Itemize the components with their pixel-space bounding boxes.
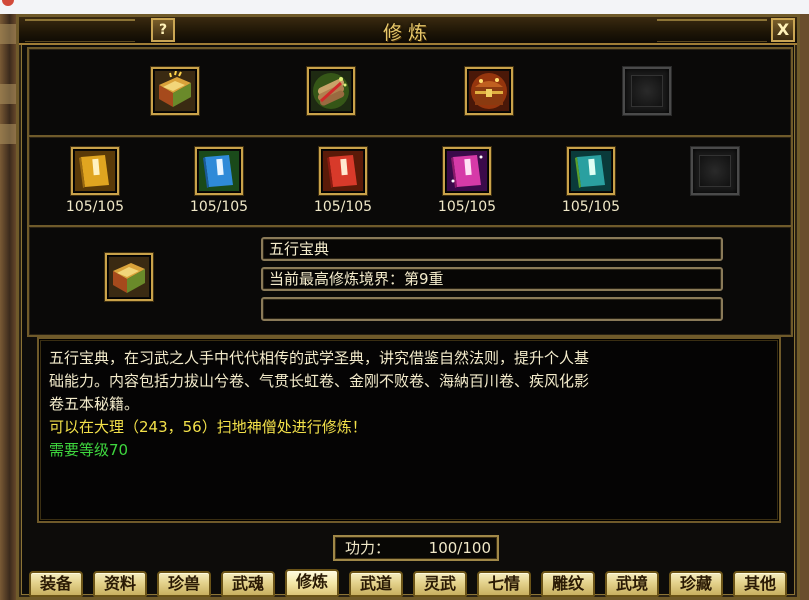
browser-top-strip [0, 0, 809, 15]
five-elements-book-slot[interactable] [151, 67, 199, 115]
manual-slot-purple[interactable] [443, 147, 491, 195]
tab-cultivation[interactable]: 修炼 [285, 569, 339, 597]
manual-slot-blue[interactable] [195, 147, 243, 195]
tab-martial-soul[interactable]: 武魂 [221, 571, 275, 597]
tab-pets[interactable]: 珍兽 [157, 571, 211, 597]
close-button[interactable]: X [771, 18, 795, 42]
manual-panel: 105/105 105/105 105/105 105/105 105/105 [27, 135, 793, 229]
detail-panel: 五行宝典 当前最高修炼境界：第9重 [27, 225, 793, 337]
manual-slot-yellow[interactable] [71, 147, 119, 195]
window-title: 修炼 [382, 22, 433, 44]
category-panel [27, 47, 793, 139]
yellow-manual-icon [75, 151, 115, 191]
five-elements-book-icon [155, 71, 195, 111]
description-line: 五行宝典，在习武之人手中代代相传的武学圣典，讲究借鉴自然法则，提升个人基 [49, 349, 590, 367]
tab-seven-emotions[interactable]: 七情 [477, 571, 531, 597]
tab-collection[interactable]: 珍藏 [669, 571, 723, 597]
treasure-chest-icon [469, 71, 509, 111]
description-line: 卷五本秘籍。 [49, 395, 140, 413]
game-scene-right [799, 14, 809, 600]
manual-count: 105/105 [189, 199, 249, 215]
tab-other[interactable]: 其他 [733, 571, 787, 597]
level-requirement: 需要等级70 [49, 441, 129, 459]
manual-slot-red[interactable] [319, 147, 367, 195]
five-elements-book-icon [109, 257, 149, 297]
title-bar[interactable]: ? 修炼 X [19, 17, 797, 45]
manual-count: 105/105 [561, 199, 621, 215]
treasure-chest-slot[interactable] [465, 67, 513, 115]
tab-spirit-weapon[interactable]: 灵武 [413, 571, 467, 597]
selected-item-slot[interactable] [105, 253, 153, 301]
app-indicator-icon [2, 0, 14, 6]
description-line: 础能力。内容包括力拔山兮卷、气贯长虹卷、金刚不败卷、海納百川卷、疾风化影 [49, 372, 590, 390]
manual-count: 105/105 [437, 199, 497, 215]
power-label: 功力： [345, 539, 391, 557]
power-value: 100/100 [428, 539, 491, 557]
empty-manual-slot[interactable] [691, 147, 739, 195]
manual-slot-cyan[interactable] [567, 147, 615, 195]
description-box: 五行宝典，在习武之人手中代代相传的武学圣典，讲究借鉴自然法则，提升个人基 础能力… [37, 337, 781, 523]
training-location: 可以在大理（243，56）扫地神僧处进行修炼！ [49, 418, 367, 436]
realm-field: 当前最高修炼境界：第9重 [261, 267, 723, 291]
tab-profile[interactable]: 资料 [93, 571, 147, 597]
scroll-bundle-slot[interactable] [307, 67, 355, 115]
manual-count: 105/105 [313, 199, 373, 215]
tab-martial-realm[interactable]: 武境 [605, 571, 659, 597]
power-display: 功力： 100/100 [333, 535, 499, 561]
tab-equipment[interactable]: 装备 [29, 571, 83, 597]
purple-manual-icon [447, 151, 487, 191]
manual-count: 105/105 [65, 199, 125, 215]
item-name-field: 五行宝典 [261, 237, 723, 261]
scroll-bundle-icon [311, 71, 351, 111]
tab-martial-way[interactable]: 武道 [349, 571, 403, 597]
extra-info-field [261, 297, 723, 321]
blue-manual-icon [199, 151, 239, 191]
tab-engraving[interactable]: 雕纹 [541, 571, 595, 597]
cyan-manual-icon [571, 151, 611, 191]
cultivation-window: ? 修炼 X 105/105 105/105 105/105 105/105 1… [16, 14, 800, 600]
red-manual-icon [323, 151, 363, 191]
empty-category-slot[interactable] [623, 67, 671, 115]
bottom-tab-bar: 装备 资料 珍兽 武魂 修炼 武道 灵武 七情 雕纹 武境 珍藏 其他 [29, 569, 795, 599]
